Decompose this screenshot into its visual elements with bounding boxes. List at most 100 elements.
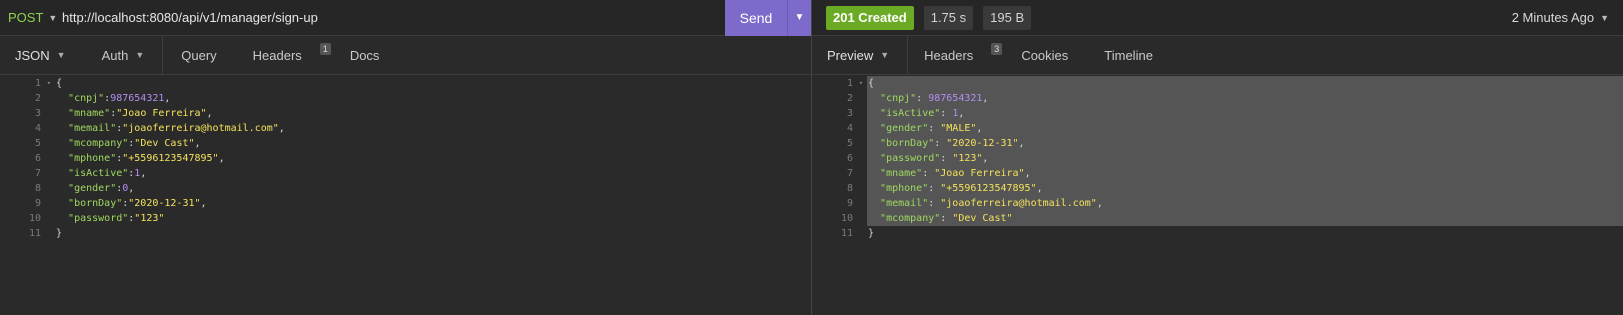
code-line: 10 "password":"123" [0, 211, 811, 226]
json-punct [868, 168, 880, 179]
code-line: 8 "gender":0, [0, 181, 811, 196]
json-key: "gender" [880, 123, 929, 134]
json-key: "mname" [68, 108, 111, 119]
code-content: "password":"123" [54, 211, 164, 226]
response-status-bar: 201 Created 1.75 s 195 B 2 Minutes Ago ▼ [812, 0, 1623, 36]
json-key: "cnpj" [68, 93, 105, 104]
caret-down-icon: ▼ [56, 50, 66, 60]
code-line: 7 "mname": "Joao Ferreira", [812, 166, 1623, 181]
json-punct: , [958, 108, 965, 119]
caret-down-icon[interactable]: ▼ [787, 0, 811, 36]
json-key: "memail" [880, 198, 929, 209]
tab-docs[interactable]: Docs [332, 36, 398, 74]
line-number: 3 [34, 108, 41, 119]
line-number: 3 [846, 108, 853, 119]
code-content: } [54, 226, 62, 241]
json-punct [56, 123, 68, 134]
json-punct [56, 93, 68, 104]
json-punct [868, 123, 880, 134]
request-body-editor[interactable]: 1 ▾{2 "cnpj":987654321, 3 "mname":"Joao Fe… [0, 76, 811, 315]
code-content: "memail": "joaoferreira@hotmail.com", [866, 196, 1103, 211]
response-pane: 201 Created 1.75 s 195 B 2 Minutes Ago ▼… [812, 0, 1623, 315]
code-line: 9 "bornDay":"2020-12-31", [0, 196, 811, 211]
code-content: "password": "123", [866, 151, 988, 166]
response-body-viewer[interactable]: 1 ▾{2 "cnpj": 987654321, 3 "isActive": 1, 4… [812, 76, 1623, 315]
tab-timeline[interactable]: Timeline [1086, 36, 1171, 74]
tab-label: JSON [15, 47, 50, 63]
json-punct [56, 198, 68, 209]
json-punct [56, 168, 68, 179]
line-number: 5 [846, 138, 853, 149]
tab-headers[interactable]: Headers 1 [235, 36, 332, 74]
json-punct: , [128, 183, 135, 194]
json-string: "Joao Ferreira" [934, 168, 1025, 179]
tab-query[interactable]: Query [163, 36, 234, 74]
fold-arrow-icon[interactable]: ▾ [44, 76, 54, 91]
json-punct: , [206, 108, 213, 119]
json-key: "mname" [880, 168, 923, 179]
json-key: "mcompany" [880, 213, 941, 224]
code-line: 1 ▾{ [0, 76, 811, 91]
tab-label: Cookies [1021, 47, 1069, 63]
request-tabs: JSON ▼ Auth ▼ Query Headers 1 Docs [0, 36, 811, 75]
json-string: "123" [134, 213, 165, 224]
url-input[interactable]: http://localhost:8080/api/v1/manager/sig… [62, 10, 725, 25]
line-number: 8 [34, 183, 41, 194]
code-content: "bornDay":"2020-12-31", [54, 196, 207, 211]
caret-down-icon: ▼ [1600, 12, 1609, 23]
line-number: 11 [840, 228, 853, 239]
json-punct: : [940, 108, 953, 119]
line-number: 8 [846, 183, 853, 194]
json-punct [56, 138, 68, 149]
json-punct: , [140, 168, 147, 179]
code-content: "isActive":1, [54, 166, 146, 181]
tab-label: Headers [252, 47, 302, 63]
json-key: "mphone" [68, 153, 117, 164]
tab-preview[interactable]: Preview ▼ [812, 36, 909, 74]
json-punct: , [200, 198, 207, 209]
code-line: 6 "password": "123", [812, 151, 1623, 166]
send-button[interactable]: Send ▼ [725, 0, 811, 36]
tab-json[interactable]: JSON ▼ [0, 36, 84, 74]
code-line: 9 "memail": "joaoferreira@hotmail.com", [812, 196, 1623, 211]
tab-headers[interactable]: Headers 3 [908, 36, 1003, 74]
code-content: "mphone": "+5596123547895", [866, 181, 1043, 196]
history-dropdown[interactable]: 2 Minutes Ago ▼ [1512, 10, 1623, 25]
tab-cookies[interactable]: Cookies [1003, 36, 1086, 74]
json-key: "password" [68, 213, 129, 224]
fold-arrow-icon[interactable]: ▾ [856, 76, 866, 91]
json-punct: : [928, 183, 941, 194]
json-string: "2020-12-31" [128, 198, 201, 209]
json-key: "isActive" [68, 168, 129, 179]
json-string: "2020-12-31" [946, 138, 1019, 149]
json-punct [868, 153, 880, 164]
json-punct [868, 93, 880, 104]
code-line: 5 "bornDay": "2020-12-31", [812, 136, 1623, 151]
json-punct: { [56, 78, 63, 89]
tab-auth[interactable]: Auth ▼ [84, 36, 164, 74]
json-key: "bornDay" [880, 138, 935, 149]
code-content: "cnpj": 987654321, [866, 91, 988, 106]
json-string: "Joao Ferreira" [116, 108, 207, 119]
method-selector[interactable]: POST ▼ [0, 0, 62, 36]
code-line: 10 "mcompany": "Dev Cast" [812, 211, 1623, 226]
line-number: 9 [846, 198, 853, 209]
json-punct: , [1018, 138, 1025, 149]
line-number: 4 [34, 123, 41, 134]
status-badge: 201 Created [826, 5, 914, 30]
json-key: "gender" [68, 183, 117, 194]
json-punct: : [922, 168, 935, 179]
code-line: 2 "cnpj": 987654321, [812, 91, 1623, 106]
